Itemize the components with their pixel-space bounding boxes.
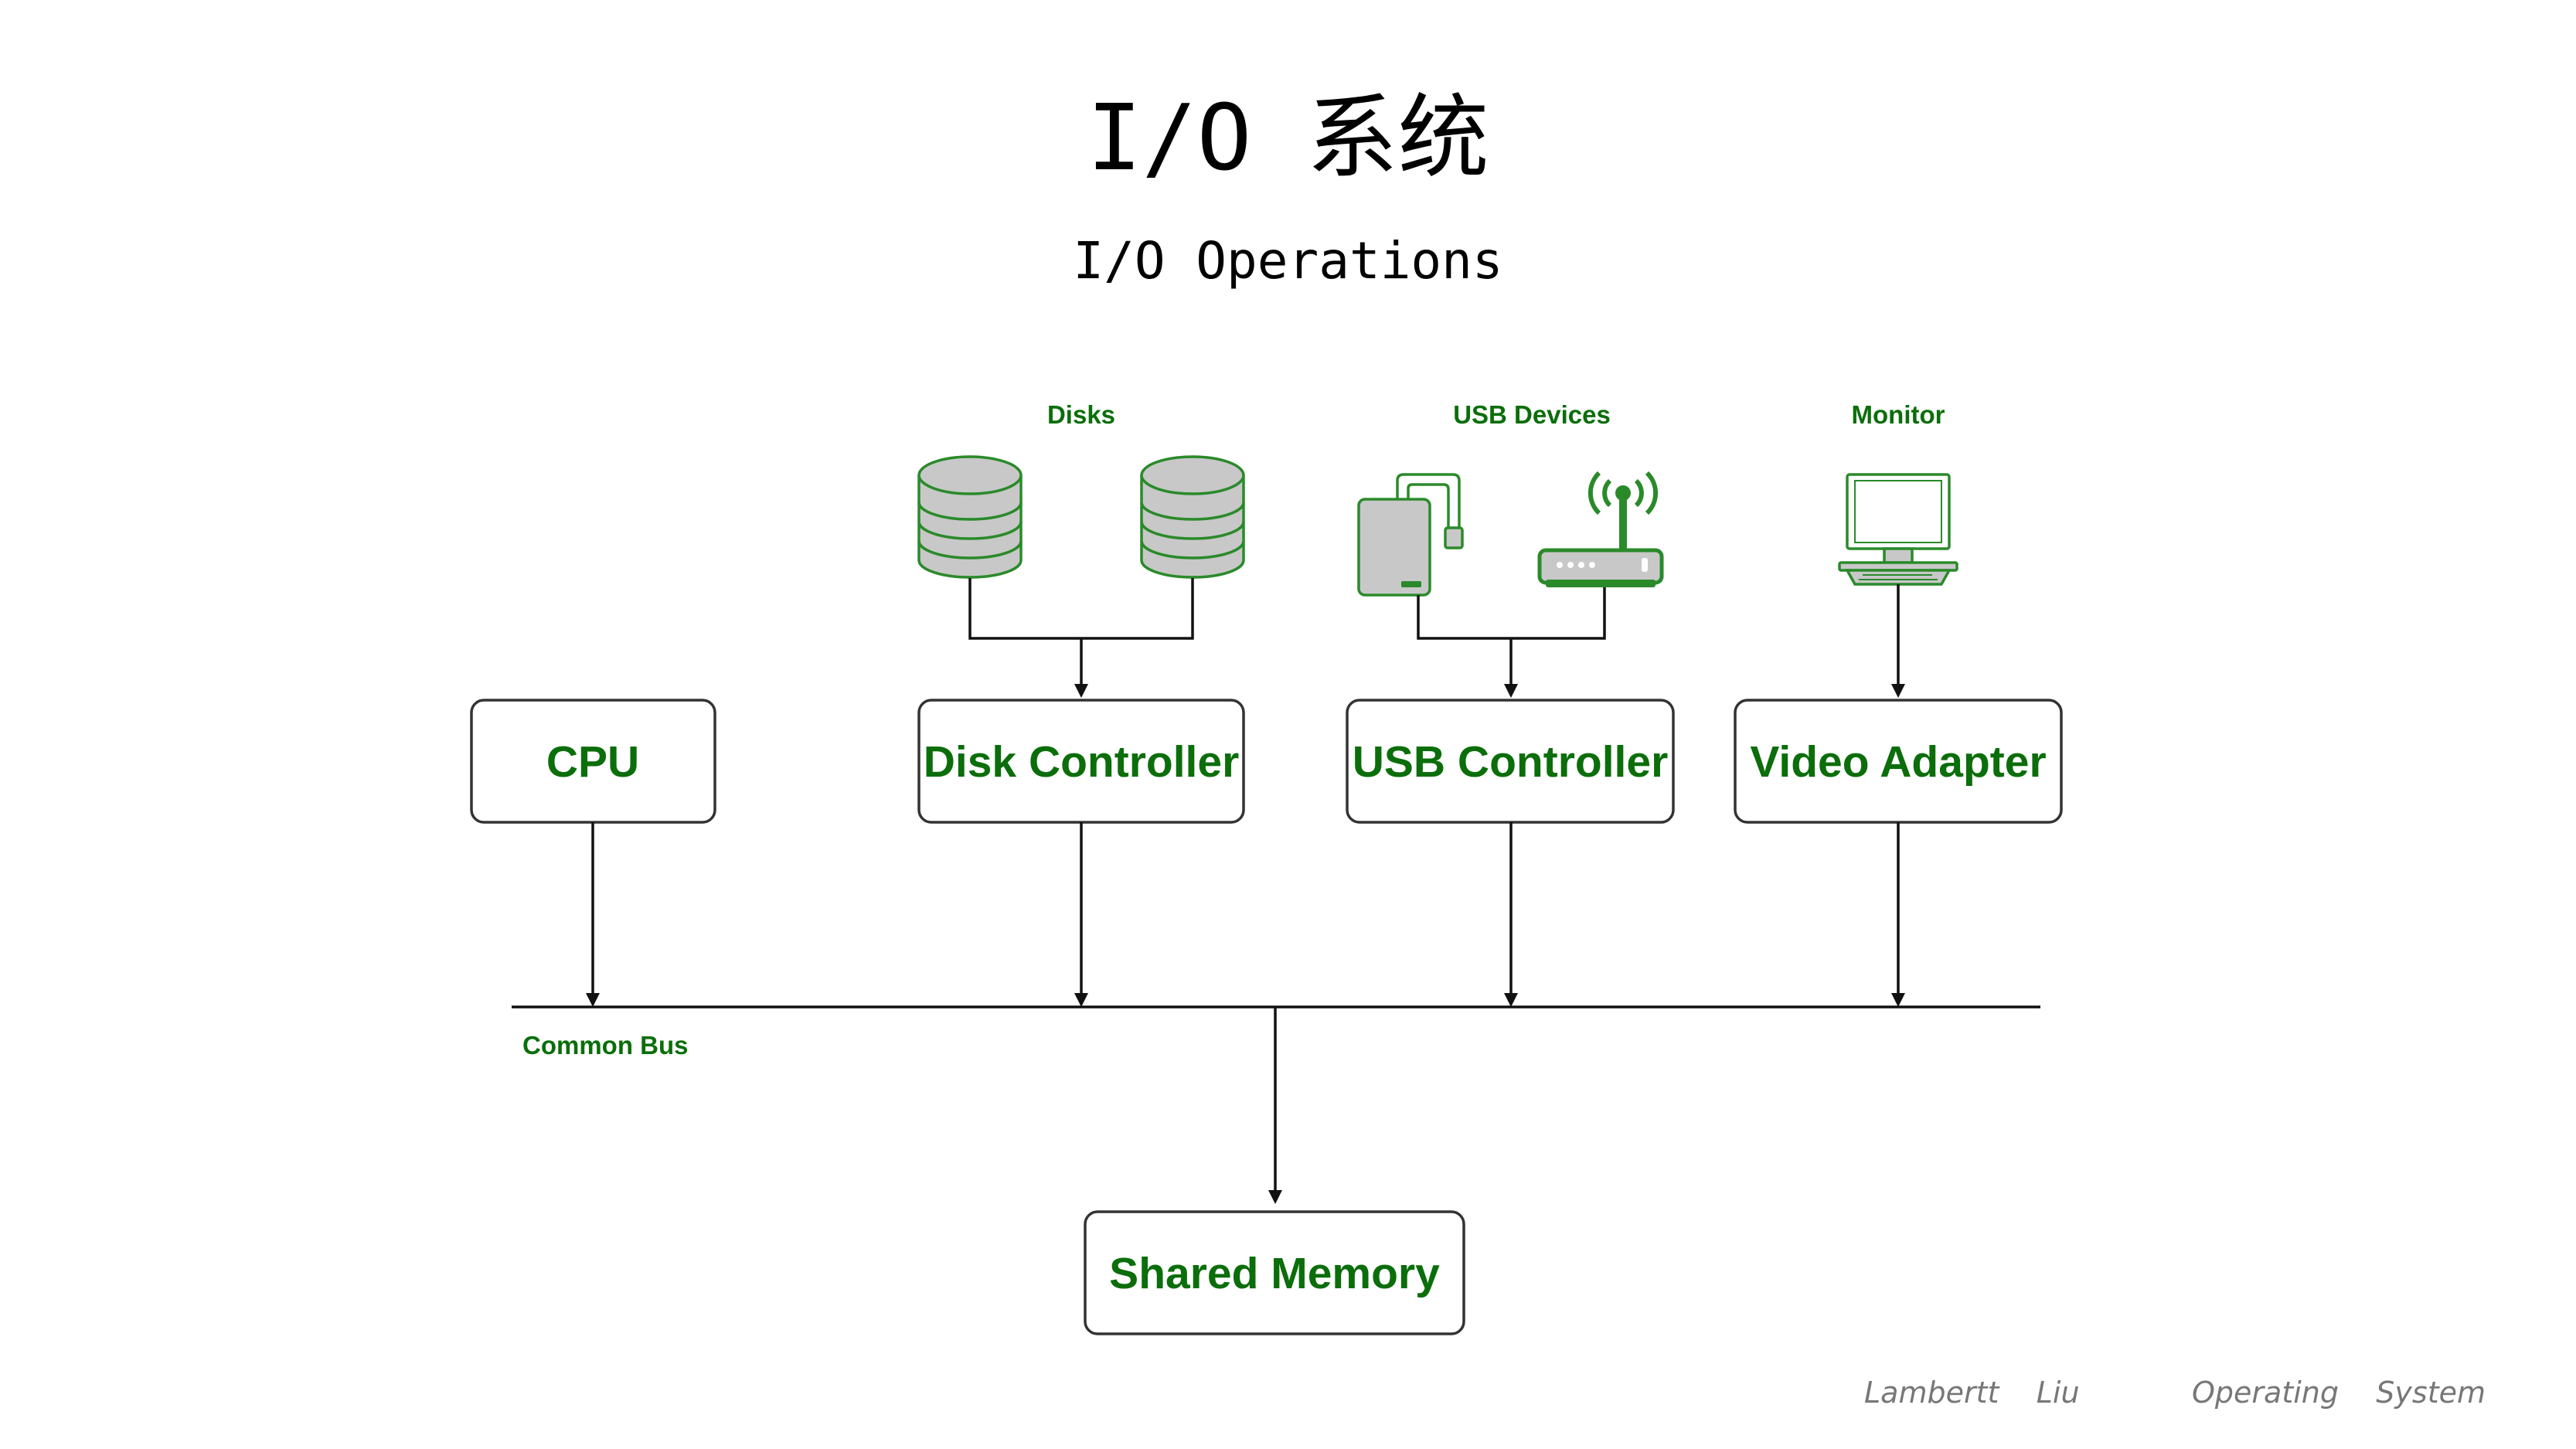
cpu-box: CPU	[470, 699, 716, 824]
monitor-icon	[1838, 473, 1958, 586]
disk-controller-box: Disk Controller	[917, 699, 1245, 824]
video-adapter-box: Video Adapter	[1734, 699, 2063, 824]
disk-controller-label: Disk Controller	[924, 737, 1240, 787]
common-bus-label: Common Bus	[522, 1031, 689, 1060]
cpu-label: CPU	[546, 737, 639, 787]
video-adapter-label: Video Adapter	[1750, 737, 2046, 787]
footer-course: Operating System	[2192, 1376, 2486, 1410]
usb-controller-box: USB Controller	[1346, 699, 1675, 824]
wireless-router-icon	[1537, 471, 1664, 587]
usb-controller-label: USB Controller	[1353, 737, 1669, 787]
disks-label: Disks	[1047, 400, 1115, 429]
database-icon	[917, 455, 1023, 579]
shared-memory-box: Shared Memory	[1084, 1210, 1465, 1335]
monitor-label: Monitor	[1852, 400, 1945, 429]
external-drive-icon	[1357, 473, 1464, 597]
database-icon	[1140, 455, 1245, 579]
io-operations-diagram: Disks USB Devices Monitor CPU Disk Contr…	[470, 400, 2063, 1335]
usb-devices-label: USB Devices	[1453, 400, 1611, 429]
shared-memory-label: Shared Memory	[1109, 1249, 1440, 1298]
footer-author: Lambertt Liu	[1864, 1376, 2080, 1410]
